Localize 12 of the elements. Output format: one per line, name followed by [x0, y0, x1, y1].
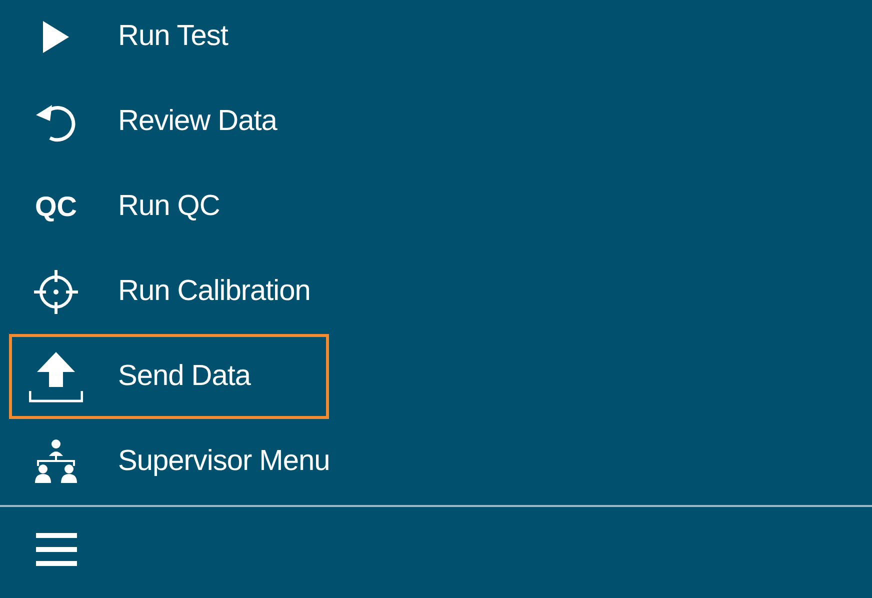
crosshair-icon	[33, 268, 79, 314]
qc-icon: QC	[35, 190, 77, 222]
menu-item[interactable]: Supervisor Menu	[9, 419, 329, 504]
menu-item[interactable]: Send Data	[9, 334, 329, 419]
hierarchy-icon	[34, 438, 78, 484]
menu-icon[interactable]	[36, 533, 77, 567]
menu-item[interactable]: Run Test	[9, 0, 329, 79]
menu-item[interactable]: Run Calibration	[9, 249, 329, 334]
menu-item[interactable]: Review Data	[9, 79, 329, 164]
play-icon	[42, 20, 70, 54]
menu-item[interactable]: QC Run QC	[9, 164, 329, 249]
upload-icon	[29, 350, 83, 402]
